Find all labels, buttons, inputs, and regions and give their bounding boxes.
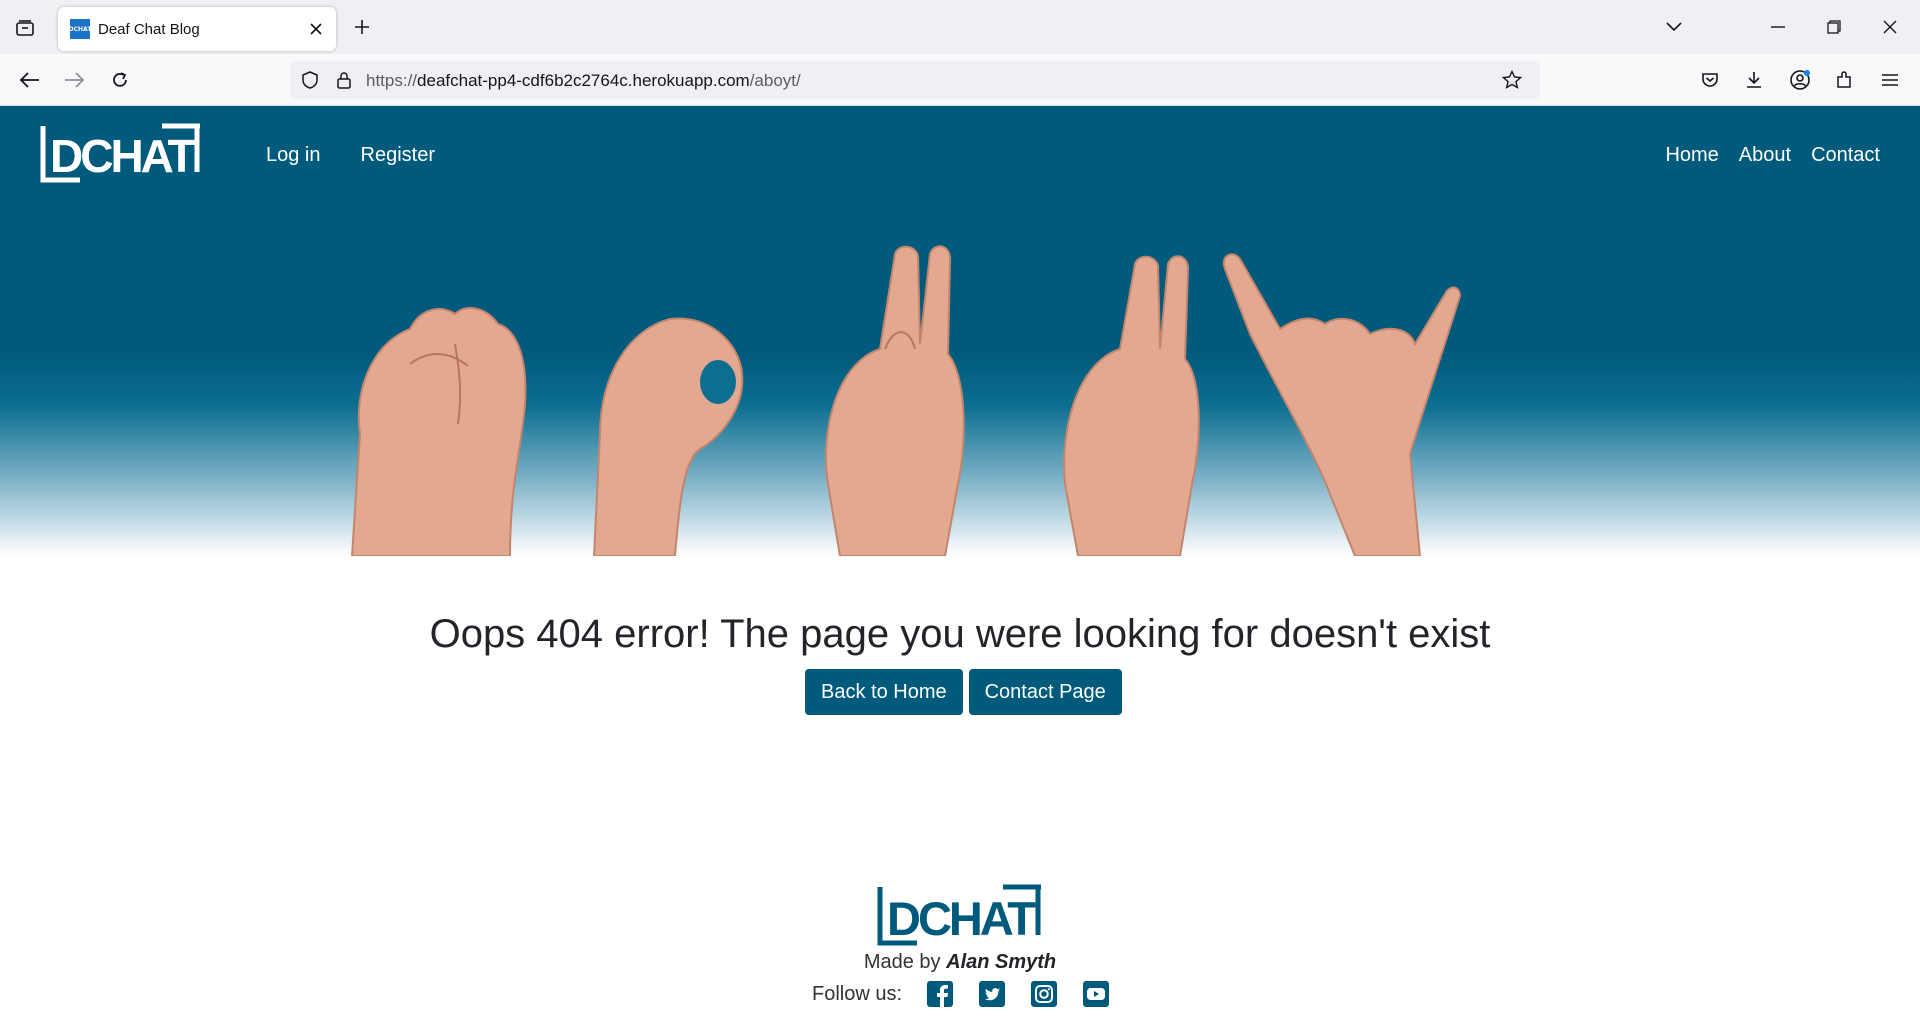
menu-icon[interactable]: [1874, 65, 1906, 95]
hero-hands-image: [350, 245, 1462, 556]
error-actions: Back to Home Contact Page: [805, 669, 1122, 715]
close-window-icon[interactable]: [1874, 12, 1906, 42]
site-logo[interactable]: DCHAT: [40, 122, 202, 188]
nav-contact-link[interactable]: Contact: [1811, 144, 1880, 167]
url-host: deafchat-pp4-cdf6b2c2764c.herokuapp.com: [417, 71, 750, 90]
hand-letter-h: [825, 245, 965, 556]
address-bar[interactable]: https://deafchat-pp4-cdf6b2c2764c.heroku…: [290, 61, 1540, 99]
tab-close-icon[interactable]: [302, 15, 330, 43]
instagram-icon[interactable]: [1030, 980, 1058, 1008]
tracking-protection-icon[interactable]: [296, 67, 324, 93]
back-icon[interactable]: [14, 65, 46, 95]
tab-list-chevron-icon[interactable]: [1658, 12, 1690, 42]
contact-page-button[interactable]: Contact Page: [968, 669, 1122, 715]
browser-tab-active[interactable]: DCHAT Deaf Chat Blog: [58, 7, 336, 51]
footer-logo: DCHAT: [877, 883, 1043, 951]
hand-letter-d: [350, 307, 527, 556]
forward-icon[interactable]: [58, 65, 90, 95]
pocket-icon[interactable]: [1694, 65, 1726, 95]
site-header: DCHAT Log in Register Home About Contact: [0, 106, 1920, 556]
browser-nav-bar: https://deafchat-pp4-cdf6b2c2764c.heroku…: [0, 54, 1920, 106]
account-icon[interactable]: [1784, 65, 1816, 95]
nav-about-link[interactable]: About: [1739, 144, 1791, 167]
new-tab-icon[interactable]: [348, 13, 376, 41]
follow-us: Follow us:: [812, 980, 1134, 1008]
follow-label: Follow us:: [812, 982, 903, 1005]
nav-register-link[interactable]: Register: [361, 144, 435, 167]
tab-overview-icon[interactable]: [10, 14, 40, 42]
browser-tab-bar: DCHAT Deaf Chat Blog: [0, 0, 1920, 54]
url-prefix: https://: [366, 71, 418, 90]
tab-favicon: DCHAT: [69, 19, 91, 39]
lock-icon[interactable]: [330, 67, 358, 93]
site-nav-right: Home About Contact: [1665, 144, 1880, 167]
restore-icon[interactable]: [1818, 12, 1850, 42]
nav-login-link[interactable]: Log in: [266, 144, 321, 167]
facebook-icon[interactable]: [926, 980, 954, 1008]
url-path: /aboyt/: [749, 71, 801, 90]
hand-letter-a: [1063, 255, 1200, 556]
bookmark-star-icon[interactable]: [1498, 67, 1526, 93]
reload-icon[interactable]: [104, 65, 136, 95]
twitter-icon[interactable]: [978, 980, 1006, 1008]
back-to-home-button[interactable]: Back to Home: [805, 669, 963, 715]
error-message: Oops 404 error! The page you were lookin…: [429, 612, 1491, 656]
author-name: Alan Smyth: [946, 951, 1057, 973]
made-by-prefix: Made by: [863, 951, 941, 973]
hand-letter-t: [1222, 253, 1462, 556]
site-nav-left: Log in Register: [266, 144, 435, 167]
footer-logo-text: DCHAT: [887, 892, 1036, 945]
hand-letter-c: [592, 317, 744, 556]
minimize-icon[interactable]: [1762, 12, 1794, 42]
site-logo-text: DCHAT: [50, 130, 195, 182]
nav-home-link[interactable]: Home: [1665, 144, 1718, 167]
downloads-icon[interactable]: [1738, 65, 1770, 95]
made-by-text: Made by Alan Smyth: [0, 951, 1920, 974]
youtube-icon[interactable]: [1082, 980, 1110, 1008]
url-text: https://deafchat-pp4-cdf6b2c2764c.heroku…: [366, 71, 801, 91]
tab-title: Deaf Chat Blog: [98, 20, 200, 38]
extensions-icon[interactable]: [1828, 65, 1860, 95]
